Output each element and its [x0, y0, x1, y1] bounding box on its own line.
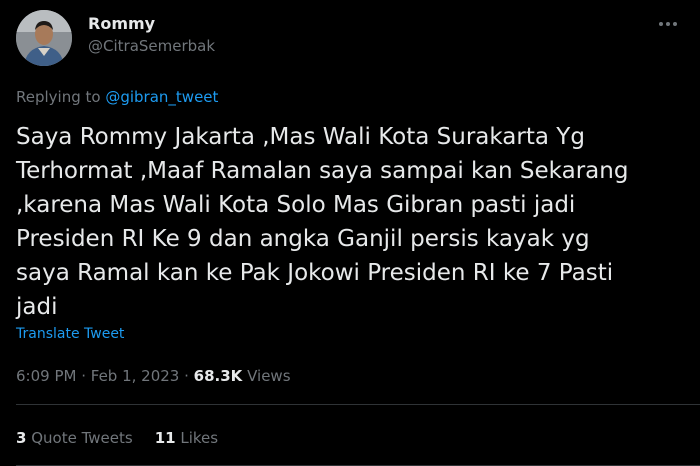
views-count: 68.3K	[193, 367, 243, 385]
likes-count: 11	[154, 429, 176, 447]
divider	[16, 404, 700, 405]
meta-separator-2: ·	[179, 367, 194, 385]
meta-separator: ·	[76, 367, 91, 385]
quote-label: Quote Tweets	[31, 429, 133, 447]
user-names: Rommy @CitraSemerbak	[88, 14, 215, 56]
tweet-stats: 3 Quote Tweets 11 Likes	[16, 428, 240, 448]
user-handle[interactable]: @CitraSemerbak	[88, 36, 215, 56]
quote-tweets-stat[interactable]: 3 Quote Tweets	[16, 429, 133, 447]
replying-to: Replying to @gibran_tweet	[16, 87, 218, 107]
avatar-photo	[16, 10, 72, 66]
replying-to-label: Replying to	[16, 88, 106, 106]
tweet-text: Saya Rommy Jakarta ,Mas Wali Kota Suraka…	[16, 124, 629, 320]
tweet-date[interactable]: Feb 1, 2023	[91, 367, 180, 385]
tweet-card: Rommy @CitraSemerbak Replying to @gibran…	[0, 0, 700, 466]
tweet-header: Rommy @CitraSemerbak	[16, 10, 690, 66]
more-horizontal-icon	[659, 22, 677, 26]
avatar[interactable]	[16, 10, 72, 66]
tweet-time[interactable]: 6:09 PM	[16, 367, 76, 385]
views-label: Views	[247, 367, 291, 385]
reply-target-link[interactable]: @gibran_tweet	[105, 88, 218, 106]
more-options-button[interactable]	[654, 12, 682, 36]
tweet-meta: 6:09 PM · Feb 1, 2023 · 68.3K Views	[16, 366, 291, 386]
likes-stat[interactable]: 11 Likes	[155, 429, 218, 447]
display-name[interactable]: Rommy	[88, 14, 215, 34]
likes-label: Likes	[180, 429, 219, 447]
quote-count: 3	[16, 429, 27, 447]
translate-tweet-link[interactable]: Translate Tweet	[16, 325, 124, 343]
